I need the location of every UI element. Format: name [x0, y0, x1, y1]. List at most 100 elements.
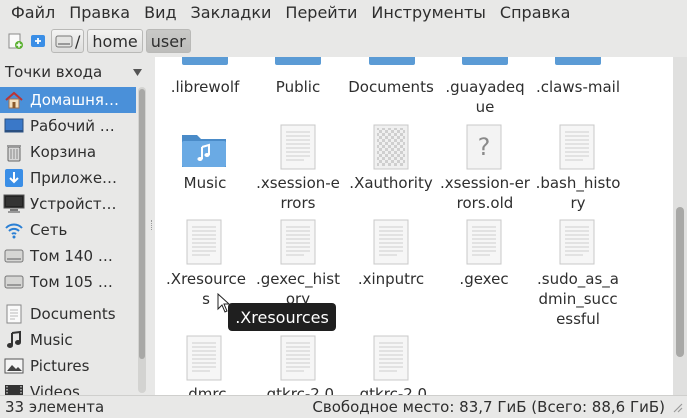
- status-bar: 33 элемента Свободное место: 83,7 ГиБ (В…: [0, 395, 687, 418]
- pictures-icon: [4, 358, 24, 374]
- sidebar-item-label: Pictures: [30, 357, 90, 375]
- sidebar-item-applications[interactable]: Приложе…: [0, 165, 136, 191]
- path-home-button[interactable]: home: [87, 29, 143, 53]
- folder-icon: [555, 57, 601, 71]
- music-folder-icon: [181, 129, 227, 169]
- file-icon-view: .librewolf Public Documents .guayadeque …: [155, 57, 673, 395]
- sidebar-scrollbar[interactable]: [138, 87, 146, 393]
- file-name: .gtkrc-2.0: [354, 385, 428, 395]
- path-root-button[interactable]: /: [51, 29, 85, 53]
- computer-icon: [3, 194, 25, 213]
- menu-file[interactable]: Файл: [4, 0, 62, 26]
- sidebar-item-trash[interactable]: Корзина: [0, 139, 136, 165]
- file-item[interactable]: .gexec: [438, 269, 530, 289]
- sidebar-item-label: Устройст…: [30, 195, 117, 213]
- video-icon: [5, 385, 23, 395]
- desktop-icon: [4, 118, 24, 133]
- binary-file-icon: [373, 124, 409, 170]
- sidebar-item-label: Домашня…: [30, 91, 119, 109]
- menu-view[interactable]: Вид: [137, 0, 183, 26]
- file-item[interactable]: Music: [159, 173, 251, 193]
- menu-edit[interactable]: Правка: [62, 0, 137, 26]
- file-item[interactable]: Documents: [346, 77, 436, 97]
- text-file-icon: [559, 124, 595, 170]
- new-tab-icon: [8, 33, 23, 49]
- drive-icon: [55, 35, 73, 48]
- sidebar-item-home[interactable]: Домашня…: [0, 87, 136, 113]
- sidebar-scrollbar-thumb[interactable]: [139, 89, 145, 359]
- unknown-file-icon: ?: [466, 124, 502, 170]
- sidebar-item-label: Documents: [30, 305, 116, 323]
- file-item[interactable]: .librewolf: [159, 77, 251, 97]
- resize-grip-icon[interactable]: [671, 401, 683, 413]
- file-item[interactable]: .claws-mail: [533, 77, 623, 97]
- text-file-icon: [280, 219, 316, 265]
- text-file-icon: [186, 219, 222, 265]
- trash-icon: [7, 145, 21, 162]
- folder-icon: [462, 57, 508, 71]
- sidebar-header[interactable]: Точки входа: [0, 57, 150, 87]
- new-tab-button[interactable]: [5, 31, 25, 51]
- item-count: 33 элемента: [5, 398, 105, 416]
- file-name: .gtkrc-2.0: [261, 385, 335, 395]
- sidebar-item-volume-105[interactable]: Том 105 …: [0, 269, 136, 295]
- text-file-icon: [559, 219, 595, 265]
- file-name: .xsession-errors.old: [440, 174, 530, 212]
- file-item[interactable]: .xsession-errors: [254, 173, 342, 213]
- file-name: .claws-mail: [535, 78, 620, 96]
- drive-icon: [4, 275, 24, 289]
- file-item[interactable]: .gtkrc-2.0: [252, 384, 344, 395]
- free-space: Свободное место: 83,7 ГиБ (Всего: 88,6 Г…: [312, 398, 665, 416]
- file-name: Documents: [348, 78, 434, 96]
- path-user-button[interactable]: user: [145, 29, 191, 53]
- pane-resize-handle[interactable]: [151, 220, 154, 230]
- file-item[interactable]: .guayadeque: [441, 77, 529, 117]
- sidebar-item-music[interactable]: Music: [0, 327, 136, 353]
- music-icon: [7, 330, 21, 348]
- sidebar-item-desktop[interactable]: Рабочий …: [0, 113, 136, 139]
- file-name: .dmrc: [183, 385, 227, 395]
- text-file-icon: [466, 219, 502, 265]
- sidebar-item-label: Том 140 …: [30, 247, 113, 265]
- sidebar-item-volume-140[interactable]: Том 140 …: [0, 243, 136, 269]
- file-item[interactable]: .Xauthority: [349, 173, 433, 193]
- file-item[interactable]: .gtkrc-2.0: [345, 384, 437, 395]
- sidebar-item-label: Сеть: [30, 221, 68, 239]
- path-root-label: /: [75, 31, 81, 51]
- file-item[interactable]: .xinputrc: [345, 269, 437, 289]
- menu-bar: Файл Правка Вид Закладки Перейти Инструм…: [0, 0, 687, 26]
- text-file-icon: [280, 124, 316, 170]
- document-icon: [6, 304, 22, 324]
- file-name: .Xauthority: [349, 174, 433, 192]
- new-window-button[interactable]: [28, 31, 48, 51]
- text-file-icon: [373, 335, 409, 381]
- toolbar: / home user: [0, 26, 687, 56]
- menu-tools[interactable]: Инструменты: [364, 0, 493, 26]
- file-name: .librewolf: [170, 78, 240, 96]
- menu-help[interactable]: Справка: [493, 0, 578, 26]
- sidebar-item-pictures[interactable]: Pictures: [0, 353, 136, 379]
- file-name: .xsession-errors: [256, 174, 340, 212]
- sidebar-item-network[interactable]: Сеть: [0, 217, 136, 243]
- sidebar-item-documents[interactable]: Documents: [0, 301, 136, 327]
- file-item[interactable]: .bash_history: [533, 173, 623, 213]
- folder-icon: [182, 57, 228, 71]
- sidebar-item-devices[interactable]: Устройст…: [0, 191, 136, 217]
- file-item[interactable]: Public: [252, 77, 344, 97]
- file-item[interactable]: .xsession-errors.old: [438, 173, 532, 213]
- content-scrollbar-thumb[interactable]: [676, 207, 684, 357]
- home-icon: [5, 91, 23, 109]
- file-item[interactable]: .dmrc: [159, 384, 251, 395]
- text-file-icon: [186, 335, 222, 381]
- menu-go[interactable]: Перейти: [278, 0, 364, 26]
- sidebar-item-label: Корзина: [30, 143, 97, 161]
- text-file-icon: [280, 335, 316, 381]
- sidebar-header-label: Точки входа: [5, 63, 103, 81]
- menu-bookmarks[interactable]: Закладки: [184, 0, 279, 26]
- content-scrollbar[interactable]: [673, 57, 687, 395]
- sidebar-item-label: Приложе…: [30, 169, 118, 187]
- sidebar-item-videos[interactable]: Videos: [0, 379, 136, 395]
- drive-icon: [4, 249, 24, 263]
- sidebar-item-label: Music: [30, 331, 73, 349]
- file-item[interactable]: .sudo_as_admin_successful: [535, 269, 621, 329]
